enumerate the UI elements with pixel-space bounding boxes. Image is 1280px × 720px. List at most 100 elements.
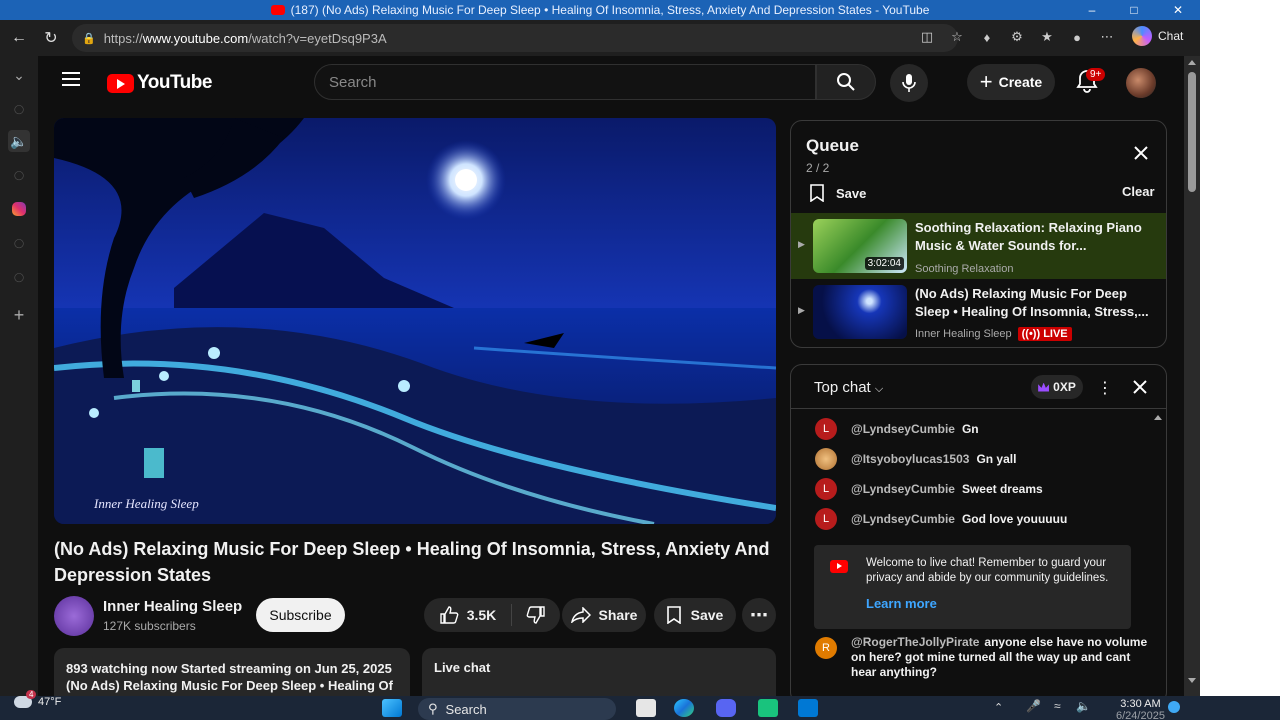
maximize-button[interactable]: □: [1114, 0, 1154, 20]
chat-avatar: L: [815, 418, 837, 440]
save-button[interactable]: Save: [654, 598, 736, 632]
subscribe-button[interactable]: Subscribe: [256, 598, 345, 632]
live-label: LIVE: [1043, 328, 1068, 340]
chat-scrollbar[interactable]: [1153, 415, 1163, 695]
duration-badge: 3:02:04: [864, 257, 904, 270]
favorite-star-icon[interactable]: ☆: [946, 26, 968, 48]
create-button[interactable]: + Create: [967, 64, 1055, 100]
dislike-button[interactable]: [512, 606, 560, 624]
minimize-button[interactable]: –: [1072, 0, 1112, 20]
menu-icon[interactable]: [62, 72, 80, 86]
app-icon[interactable]: [798, 699, 818, 717]
weather-widget[interactable]: 4 47°F: [14, 690, 61, 708]
youtube-logo[interactable]: YouTube: [107, 72, 212, 94]
more-actions-button[interactable]: ⋯: [742, 598, 776, 632]
queue-count: 2 / 2: [806, 161, 830, 175]
chat-message: L @LyndseyCumbie Sweet dreams: [815, 478, 1043, 500]
channel-avatar[interactable]: [54, 596, 94, 636]
share-button[interactable]: Share: [562, 598, 646, 632]
video-title: (No Ads) Relaxing Music For Deep Sleep •…: [54, 539, 770, 585]
edge-icon[interactable]: [674, 699, 694, 717]
queue-item-title: (No Ads) Relaxing Music For Deep Sleep •…: [915, 286, 1149, 319]
notification-center-icon[interactable]: [1168, 701, 1180, 713]
wifi-icon[interactable]: ≈: [1054, 699, 1061, 713]
youtube-icon: [830, 560, 848, 573]
voice-search-button[interactable]: [890, 64, 928, 102]
scrollbar-thumb[interactable]: [1188, 72, 1196, 192]
queue-item-channel: Soothing Relaxation: [915, 263, 1014, 275]
app-icon[interactable]: [758, 699, 778, 717]
chat-author[interactable]: @LyndseyCumbie: [851, 482, 955, 496]
page-scrollbar[interactable]: [1184, 56, 1200, 696]
chat-author[interactable]: @LyndseyCumbie: [851, 512, 955, 526]
queue-item[interactable]: ▶ 3:02:04 Soothing Relaxation: Relaxing …: [791, 213, 1166, 279]
add-icon[interactable]: +: [8, 304, 30, 326]
close-window-button[interactable]: ✕: [1158, 0, 1198, 20]
split-screen-icon[interactable]: ◫: [916, 26, 938, 48]
notification-icon[interactable]: ♦: [976, 26, 998, 48]
weather-badge: 4: [26, 690, 37, 699]
windows-start-icon[interactable]: [382, 699, 402, 717]
system-clock[interactable]: 3:30 AM 6/24/2025: [1116, 698, 1165, 720]
xp-label: 0XP: [1053, 380, 1076, 394]
queue-clear-button[interactable]: Clear: [1122, 184, 1155, 199]
chat-mode-dropdown[interactable]: Top chat ⌵: [814, 379, 883, 396]
instagram-icon[interactable]: [8, 198, 30, 220]
queue-item[interactable]: ▶ (No Ads) Relaxing Music For Deep Sleep…: [791, 279, 1166, 345]
chat-avatar: R: [815, 637, 837, 659]
description-box[interactable]: 893 watching now Started streaming on Ju…: [54, 648, 410, 696]
share-icon: [570, 607, 591, 623]
bookmark-icon: [810, 184, 824, 202]
microphone-icon[interactable]: 🎤: [1026, 699, 1041, 713]
live-chat-panel: Top chat ⌵ 0XP ⋮ L @LyndseyCumbie Gn @It…: [790, 364, 1167, 696]
task-view-icon[interactable]: [636, 699, 656, 717]
queue-thumbnail: [813, 285, 907, 339]
avatar[interactable]: [1126, 68, 1156, 98]
chevron-down-icon[interactable]: ⌄: [8, 64, 30, 86]
search-icon[interactable]: ◯: [8, 232, 30, 254]
search-input[interactable]: Search: [314, 64, 816, 100]
queue-save-label: Save: [836, 185, 867, 201]
crown-icon: [1038, 382, 1050, 392]
chat-welcome-banner: Welcome to live chat! Remember to guard …: [814, 545, 1131, 629]
xp-badge[interactable]: 0XP: [1031, 375, 1083, 399]
chat-author[interactable]: @LyndseyCumbie: [851, 422, 955, 436]
search-button[interactable]: [816, 64, 876, 100]
chat-message: L @LyndseyCumbie God love youuuuu: [815, 508, 1067, 530]
search-icon[interactable]: ◯: [8, 98, 30, 120]
channel-name[interactable]: Inner Healing Sleep: [103, 598, 242, 615]
like-button[interactable]: 3.5K: [424, 604, 512, 626]
live-chat-section[interactable]: Live chat: [422, 648, 776, 696]
close-icon[interactable]: [1133, 145, 1149, 161]
chat-author[interactable]: @RogerTheJollyPirate: [851, 635, 979, 649]
create-label: Create: [998, 74, 1043, 90]
extension-icon[interactable]: ⚙: [1006, 26, 1028, 48]
search-icon[interactable]: ◯: [8, 266, 30, 288]
copilot-icon: [1132, 26, 1152, 46]
video-player[interactable]: Inner Healing Sleep: [54, 118, 776, 524]
more-icon[interactable]: ⋯: [1096, 26, 1118, 48]
taskbar-search[interactable]: ⚲ Search: [418, 698, 616, 720]
queue-panel: Queue 2 / 2 Save Clear ▶ 3:02:04 Soothin…: [790, 120, 1167, 348]
description-preview: (No Ads) Relaxing Music For Deep Sleep •…: [66, 678, 393, 693]
chat-more-icon[interactable]: ⋮: [1097, 378, 1113, 398]
refresh-button[interactable]: ↻: [38, 25, 64, 51]
copilot-chat-button[interactable]: Chat: [1132, 25, 1183, 47]
address-bar[interactable]: 🔒 https://www.youtube.com/watch?v=eyetDs…: [72, 24, 958, 52]
chat-message: L @LyndseyCumbie Gn: [815, 418, 979, 440]
search-icon[interactable]: ◯: [8, 164, 30, 186]
search-placeholder: Search: [329, 73, 377, 91]
close-icon[interactable]: [1132, 379, 1148, 395]
profile-icon[interactable]: ●: [1066, 26, 1088, 48]
speaker-icon[interactable]: 🔈: [8, 130, 30, 152]
learn-more-link[interactable]: Learn more: [866, 596, 937, 611]
queue-save-button[interactable]: Save: [810, 184, 866, 202]
chat-author[interactable]: @Itsyoboylucas1503: [851, 452, 969, 466]
discord-icon[interactable]: [716, 699, 736, 717]
desktop-background: [1200, 0, 1280, 696]
volume-icon[interactable]: 🔈: [1076, 699, 1091, 713]
chevron-up-icon[interactable]: ⌃: [994, 701, 1003, 714]
favorites-icon[interactable]: ★: [1036, 26, 1058, 48]
chat-text: God love youuuuu: [961, 512, 1068, 526]
back-button[interactable]: ←: [6, 25, 32, 51]
